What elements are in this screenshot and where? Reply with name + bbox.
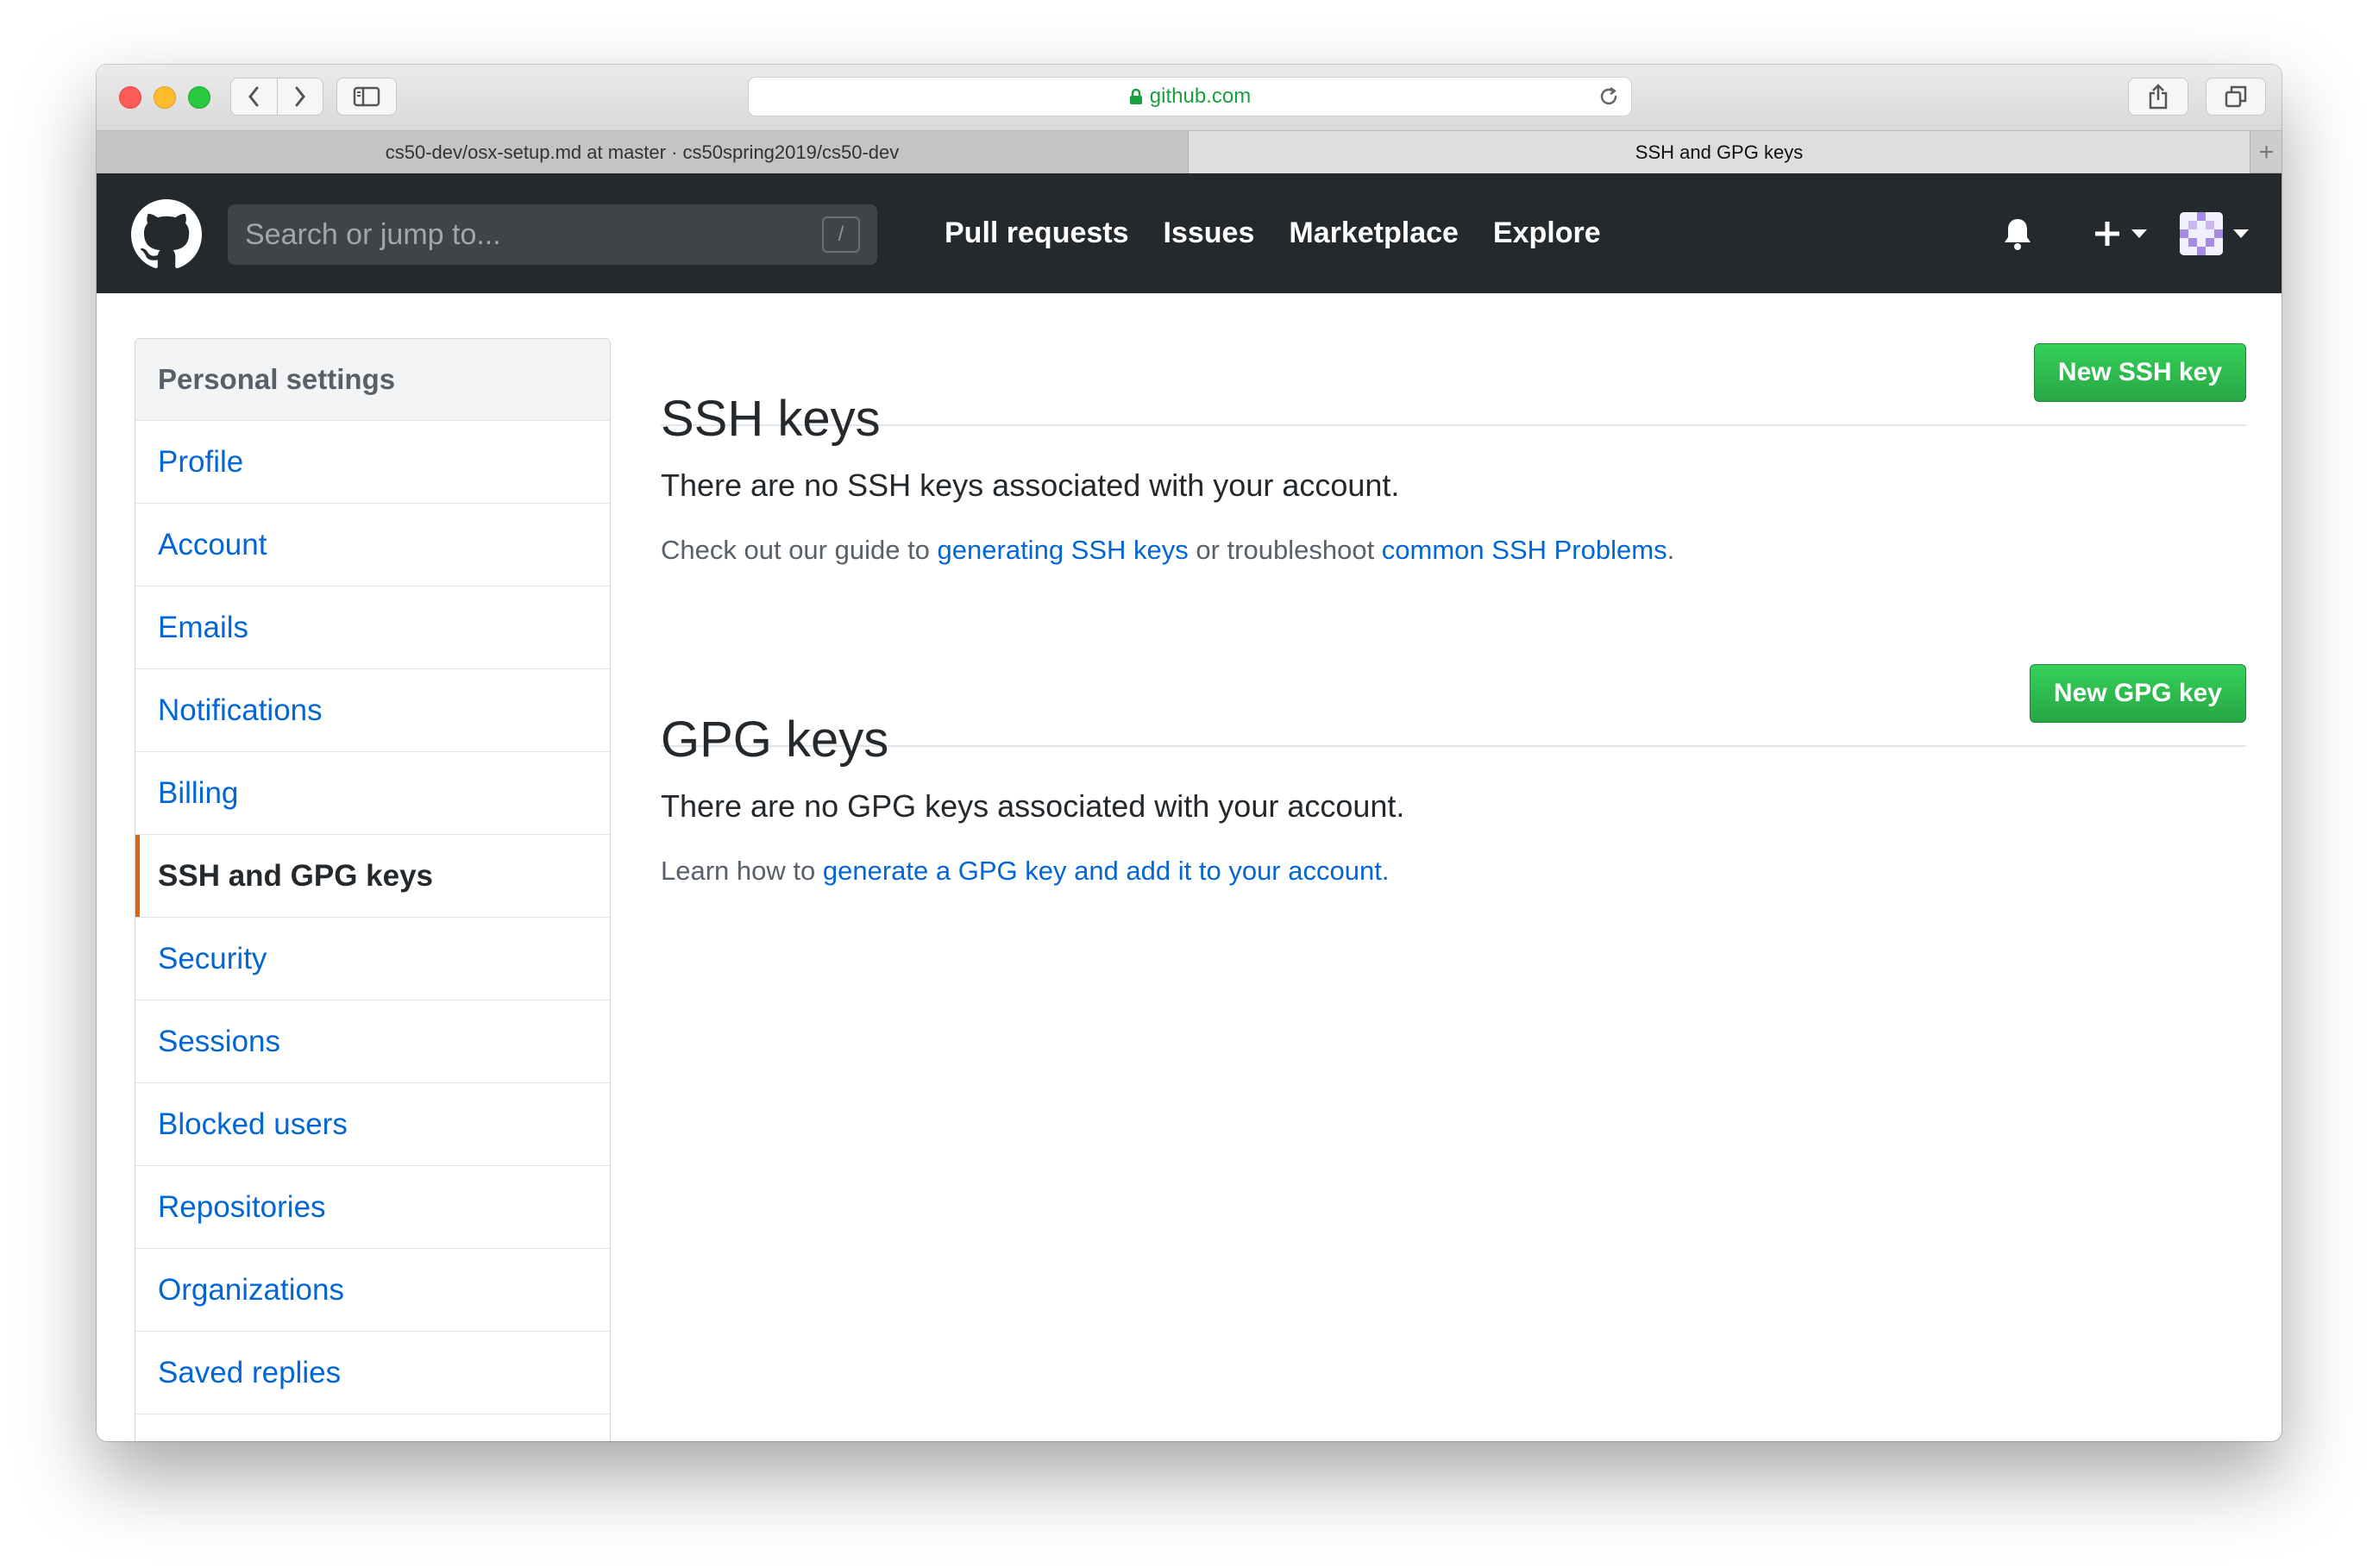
ssh-section-title: SSH keys	[661, 391, 881, 448]
bell-icon[interactable]	[2002, 216, 2033, 251]
menu-item-ssh-gpg-keys[interactable]: SSH and GPG keys	[135, 835, 610, 918]
header-actions	[2002, 173, 2249, 293]
gpg-help-prefix: Learn how to	[661, 856, 823, 886]
new-gpg-key-button[interactable]: New GPG key	[2029, 664, 2246, 723]
header-nav: Pull requests Issues Marketplace Explore	[945, 173, 1635, 293]
chevron-down-icon	[2131, 229, 2147, 238]
ssh-empty-message: There are no SSH keys associated with yo…	[661, 467, 1400, 503]
ssh-section-header: SSH keys New SSH key	[661, 338, 2246, 447]
nav-marketplace[interactable]: Marketplace	[1289, 216, 1459, 250]
plus-icon	[2095, 221, 2119, 246]
forward-button[interactable]	[278, 78, 323, 115]
tab-osx-setup[interactable]: cs50-dev/osx-setup.md at master · cs50sp…	[97, 131, 1189, 173]
new-tab-button[interactable]: +	[2250, 131, 2282, 173]
browser-toolbar: github.com	[97, 65, 2282, 130]
address-bar-url: github.com	[1149, 85, 1252, 108]
identicon-icon	[2180, 211, 2223, 255]
gpg-help-text: Learn how to generate a GPG key and add …	[661, 856, 2246, 887]
sidebar-icon	[353, 86, 380, 107]
chevron-left-icon	[248, 86, 259, 107]
browser-window: github.com cs50-dev/osx-setup.md at mast…	[97, 65, 2282, 1441]
close-window-button[interactable]	[119, 86, 141, 109]
menu-item-emails[interactable]: Emails	[135, 586, 610, 669]
generate-gpg-key-link[interactable]: generate a GPG key and add it to your ac…	[823, 856, 1390, 886]
share-icon	[2149, 84, 2168, 110]
nav-issues[interactable]: Issues	[1164, 216, 1255, 250]
user-menu-dropdown[interactable]	[2180, 211, 2249, 255]
history-nav	[230, 78, 323, 116]
tab-ssh-gpg-keys[interactable]: SSH and GPG keys	[1189, 131, 2250, 173]
search-placeholder: Search or jump to...	[245, 217, 501, 251]
menu-item-organizations[interactable]: Organizations	[135, 1249, 610, 1332]
menu-item-notifications[interactable]: Notifications	[135, 669, 610, 752]
ssh-help-prefix: Check out our guide to	[661, 535, 938, 565]
lock-icon	[1129, 88, 1142, 104]
zoom-window-button[interactable]	[188, 86, 210, 109]
menu-item-profile[interactable]: Profile	[135, 421, 610, 504]
menu-item-account[interactable]: Account	[135, 504, 610, 586]
menu-heading: Personal settings	[135, 339, 610, 421]
gpg-section-header: GPG keys New GPG key	[661, 659, 2246, 768]
tabs-overview-icon	[2225, 85, 2247, 108]
reload-icon[interactable]	[1597, 85, 1621, 109]
generating-ssh-keys-link[interactable]: generating SSH keys	[938, 535, 1189, 565]
menu-item-sessions[interactable]: Sessions	[135, 1000, 610, 1083]
nav-explore[interactable]: Explore	[1493, 216, 1601, 250]
menu-item-security[interactable]: Security	[135, 918, 610, 1000]
github-header: Search or jump to... / Pull requests Iss…	[97, 173, 2282, 293]
back-button[interactable]	[231, 78, 278, 115]
menu-item-repositories[interactable]: Repositories	[135, 1166, 610, 1249]
avatar	[2180, 211, 2223, 255]
sidebar-toggle-button[interactable]	[336, 78, 397, 116]
minimize-window-button[interactable]	[154, 86, 176, 109]
main-content: SSH keys New SSH key There are no SSH ke…	[661, 338, 2246, 887]
common-ssh-problems-link[interactable]: common SSH Problems	[1382, 535, 1667, 565]
gpg-section: GPG keys New GPG key There are no GPG ke…	[661, 659, 2246, 887]
ssh-section: SSH keys New SSH key There are no SSH ke…	[661, 338, 2246, 566]
show-tabs-button[interactable]	[2206, 78, 2266, 116]
ssh-help-middle: or troubleshoot	[1188, 535, 1382, 565]
ssh-help-text: Check out our guide to generating SSH ke…	[661, 535, 2246, 566]
share-button[interactable]	[2128, 78, 2188, 116]
address-bar[interactable]: github.com	[748, 77, 1632, 116]
create-new-dropdown[interactable]	[2093, 220, 2147, 248]
settings-menu: Personal settings Profile Account Emails…	[135, 338, 611, 1441]
chevron-down-icon	[2233, 229, 2249, 238]
tab-bar: cs50-dev/osx-setup.md at master · cs50sp…	[97, 130, 2282, 173]
github-logo-icon[interactable]	[131, 199, 202, 270]
menu-item-saved-replies[interactable]: Saved replies	[135, 1332, 610, 1414]
menu-item-next[interactable]	[135, 1414, 610, 1441]
gpg-section-title: GPG keys	[661, 712, 889, 768]
search-shortcut-key: /	[822, 216, 860, 253]
menu-item-blocked-users[interactable]: Blocked users	[135, 1083, 610, 1166]
gpg-empty-message: There are no GPG keys associated with yo…	[661, 788, 1405, 824]
chevron-right-icon	[295, 86, 305, 107]
menu-item-billing[interactable]: Billing	[135, 752, 610, 835]
search-input[interactable]: Search or jump to... /	[228, 204, 877, 265]
nav-pull-requests[interactable]: Pull requests	[945, 216, 1129, 250]
ssh-help-suffix: .	[1667, 535, 1675, 565]
new-ssh-key-button[interactable]: New SSH key	[2033, 343, 2246, 402]
